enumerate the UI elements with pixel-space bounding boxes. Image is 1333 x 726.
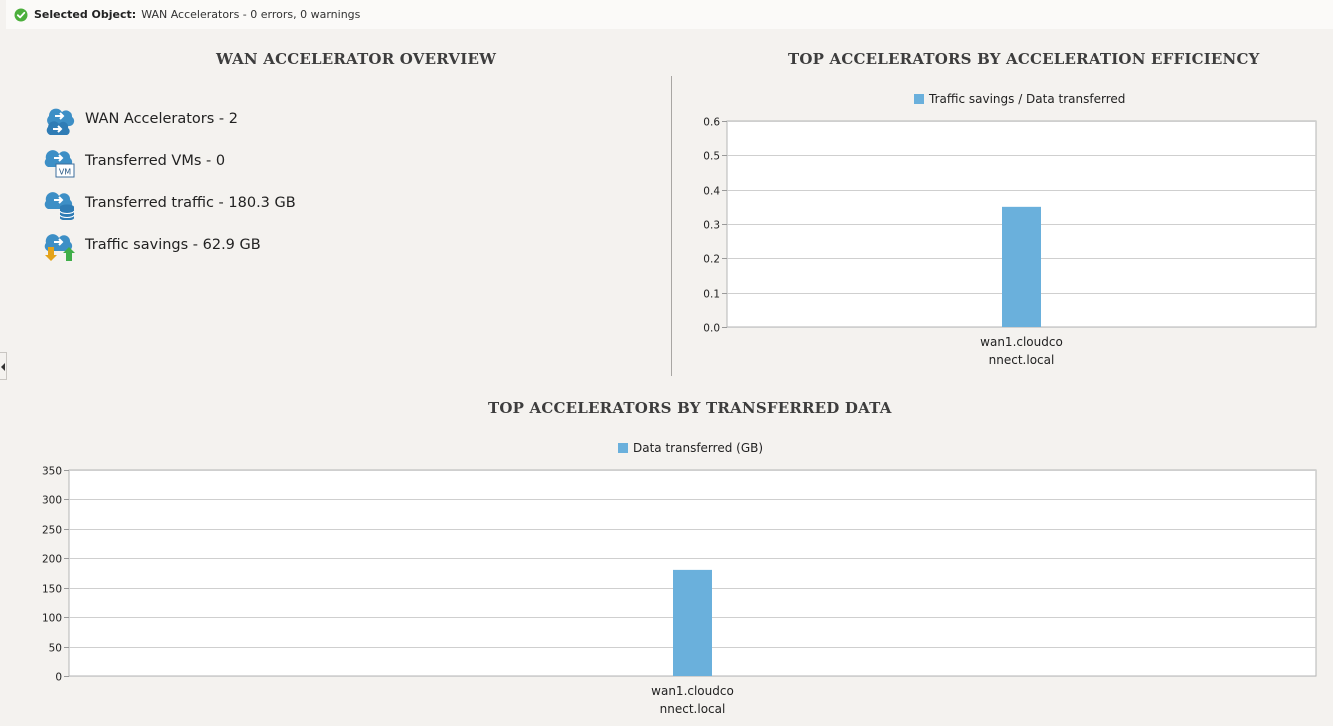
efficiency-y-tick-label: 0.2 [703, 254, 720, 266]
efficiency-bar [1002, 206, 1041, 327]
transferred-y-tick-label: 300 [42, 495, 62, 507]
transferred-y-tick-label: 350 [42, 466, 62, 478]
transferred-y-tick-label: 100 [42, 613, 62, 625]
transferred-bar [673, 569, 712, 676]
efficiency-y-tick-label: 0.3 [703, 220, 720, 232]
efficiency-y-tick-label: 0.6 [703, 117, 720, 129]
transferred-y-tick-label: 250 [42, 525, 62, 537]
transferred-y-tick-label: 50 [49, 643, 62, 655]
efficiency-x-tick-label: wan1.cloudco [980, 335, 1063, 349]
efficiency-y-tick-label: 0.0 [703, 323, 720, 335]
efficiency-y-tick-label: 0.4 [703, 186, 720, 198]
transferred-x-tick-label: wan1.cloudco [651, 684, 734, 698]
transferred-y-tick-label: 150 [42, 584, 62, 596]
transferred-x-tick-label: nnect.local [660, 702, 726, 716]
efficiency-y-tick-label: 0.1 [703, 289, 720, 301]
transferred-y-tick-label: 0 [55, 672, 62, 684]
efficiency-x-tick-label: nnect.local [989, 353, 1055, 367]
efficiency-y-tick-label: 0.5 [703, 151, 720, 163]
charts-canvas: 0.0 0.1 0.2 0.3 0.4 0.5 0.6 wan1.cloudco nnect.l… [42, 117, 1317, 716]
transferred-y-tick-label: 200 [42, 554, 62, 566]
